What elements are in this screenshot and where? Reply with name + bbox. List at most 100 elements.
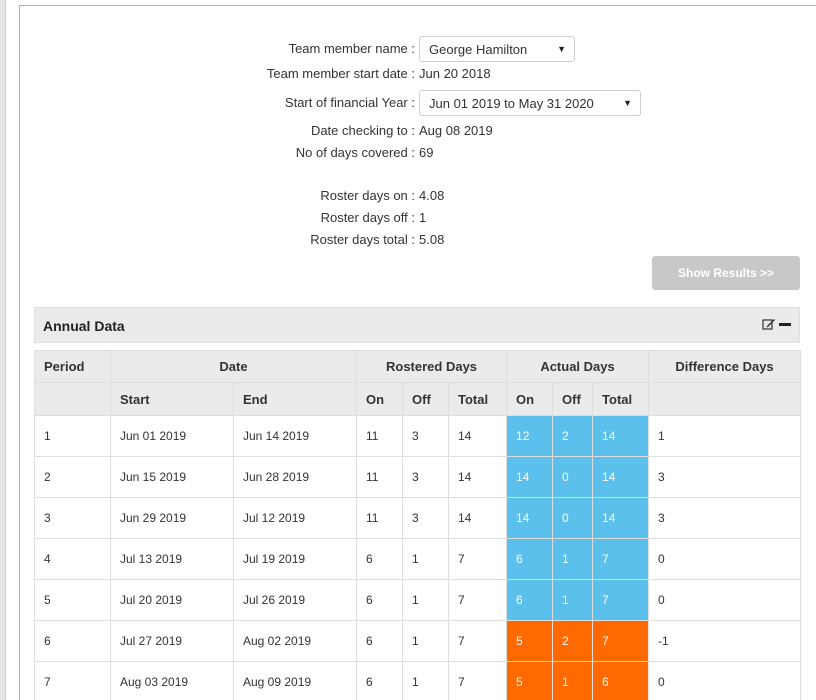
cell-actual-on: 6 [506, 538, 554, 580]
cell-end: Jul 19 2019 [233, 538, 357, 580]
cell-difference: 0 [648, 579, 802, 621]
cell-actual-off: 1 [552, 579, 594, 621]
cell-period: 7 [34, 661, 111, 700]
roster-off-row: Roster days off : 1 [0, 209, 427, 227]
panel-tools [762, 317, 791, 331]
cell-rostered-total: 14 [447, 497, 508, 539]
cell-actual-on: 5 [506, 620, 554, 662]
start-date-value: Jun 20 2018 [419, 66, 491, 81]
roster-on-label: Roster days on : [320, 188, 415, 203]
cell-actual-off: 0 [552, 497, 594, 539]
cell-rostered-off: 3 [402, 415, 449, 457]
cell-rostered-off: 3 [402, 497, 449, 539]
cell-period: 5 [34, 579, 111, 621]
subheader-actual-on: On [506, 382, 554, 416]
subheader-blank [34, 382, 111, 416]
financial-year-value: Jun 01 2019 to May 31 2020 [429, 95, 594, 111]
cell-rostered-total: 7 [447, 579, 508, 621]
member-name-select[interactable]: George Hamilton ▼ [419, 36, 575, 62]
cell-period: 1 [34, 415, 111, 457]
cell-actual-total: 7 [592, 538, 650, 580]
start-date-row: Team member start date : Jun 20 2018 [0, 65, 491, 83]
cell-actual-total: 7 [592, 579, 650, 621]
edit-icon[interactable] [762, 317, 776, 331]
subheader-end: End [233, 382, 357, 416]
annual-data-panel-header: Annual Data [34, 307, 800, 343]
cell-difference: 0 [648, 538, 802, 580]
cell-start: Jul 13 2019 [110, 538, 234, 580]
annual-data-table: Period Date Rostered Days Actual Days Di… [34, 350, 802, 700]
days-covered-label: No of days covered : [295, 145, 415, 160]
minus-icon[interactable] [779, 323, 791, 326]
roster-off-value: 1 [419, 210, 427, 225]
table-row: 5 Jul 20 2019 Jul 26 2019 6 1 7 6 1 7 0 [34, 579, 802, 621]
cell-end: Jun 28 2019 [233, 456, 357, 498]
date-checking-value: Aug 08 2019 [419, 123, 493, 138]
header-date: Date [110, 350, 357, 383]
cell-end: Jul 12 2019 [233, 497, 357, 539]
table-row: 4 Jul 13 2019 Jul 19 2019 6 1 7 6 1 7 0 [34, 538, 802, 580]
roster-total-row: Roster days total : 5.08 [0, 231, 444, 249]
subheader-actual-total: Total [592, 382, 650, 416]
roster-on-row: Roster days on : 4.08 [0, 187, 444, 205]
table-sub-header: Start End On Off Total On Off Total [34, 382, 802, 416]
roster-total-label: Roster days total : [310, 232, 415, 247]
subheader-rostered-off: Off [402, 382, 449, 416]
member-name-row: Team member name : [0, 40, 415, 58]
cell-actual-on: 14 [506, 456, 554, 498]
panel-title: Annual Data [43, 318, 125, 334]
header-difference-days: Difference Days [648, 350, 802, 383]
financial-year-select[interactable]: Jun 01 2019 to May 31 2020 ▼ [419, 90, 641, 116]
cell-rostered-on: 11 [356, 456, 403, 498]
cell-actual-on: 12 [506, 415, 554, 457]
cell-actual-on: 5 [506, 661, 554, 700]
roster-on-value: 4.08 [419, 188, 445, 203]
member-name-label: Team member name : [288, 41, 415, 56]
cell-start: Jun 01 2019 [110, 415, 234, 457]
cell-start: Jun 15 2019 [110, 456, 234, 498]
cell-rostered-total: 14 [447, 415, 508, 457]
cell-rostered-off: 1 [402, 620, 449, 662]
subheader-start: Start [110, 382, 234, 416]
cell-rostered-on: 11 [356, 497, 403, 539]
cell-actual-total: 6 [592, 661, 650, 700]
financial-year-row: Start of financial Year : [0, 94, 415, 112]
header-period: Period [34, 350, 111, 383]
date-checking-label: Date checking to : [310, 123, 415, 138]
roster-total-value: 5.08 [419, 232, 445, 247]
cell-actual-on: 6 [506, 579, 554, 621]
cell-actual-total: 14 [592, 497, 650, 539]
cell-period: 2 [34, 456, 111, 498]
cell-rostered-off: 3 [402, 456, 449, 498]
cell-start: Aug 03 2019 [110, 661, 234, 700]
cell-actual-off: 2 [552, 620, 594, 662]
table-row: 6 Jul 27 2019 Aug 02 2019 6 1 7 5 2 7 -1 [34, 620, 802, 662]
cell-rostered-off: 1 [402, 661, 449, 700]
subheader-actual-off: Off [552, 382, 594, 416]
show-results-button[interactable]: Show Results >> [652, 256, 800, 290]
cell-rostered-total: 7 [447, 661, 508, 700]
subheader-rostered-total: Total [447, 382, 508, 416]
chevron-down-icon: ▼ [557, 44, 566, 54]
cell-rostered-on: 6 [356, 620, 403, 662]
cell-actual-off: 1 [552, 538, 594, 580]
table-group-header: Period Date Rostered Days Actual Days Di… [34, 350, 802, 383]
cell-difference: 3 [648, 497, 802, 539]
cell-rostered-total: 14 [447, 456, 508, 498]
cell-rostered-on: 6 [356, 579, 403, 621]
cell-end: Jun 14 2019 [233, 415, 357, 457]
cell-end: Jul 26 2019 [233, 579, 357, 621]
financial-year-label: Start of financial Year : [284, 95, 415, 110]
subheader-blank [648, 382, 802, 416]
cell-difference: -1 [648, 620, 802, 662]
cell-actual-off: 1 [552, 661, 594, 700]
table-row: 2 Jun 15 2019 Jun 28 2019 11 3 14 14 0 14 3 [34, 456, 802, 498]
cell-start: Jul 27 2019 [110, 620, 234, 662]
header-actual-days: Actual Days [506, 350, 650, 383]
cell-rostered-on: 11 [356, 415, 403, 457]
table-row: 3 Jun 29 2019 Jul 12 2019 11 3 14 14 0 14 3 [34, 497, 802, 539]
table-row: 1 Jun 01 2019 Jun 14 2019 11 3 14 12 2 14 1 [34, 415, 802, 457]
cell-end: Aug 02 2019 [233, 620, 357, 662]
cell-rostered-off: 1 [402, 538, 449, 580]
cell-actual-total: 14 [592, 456, 650, 498]
